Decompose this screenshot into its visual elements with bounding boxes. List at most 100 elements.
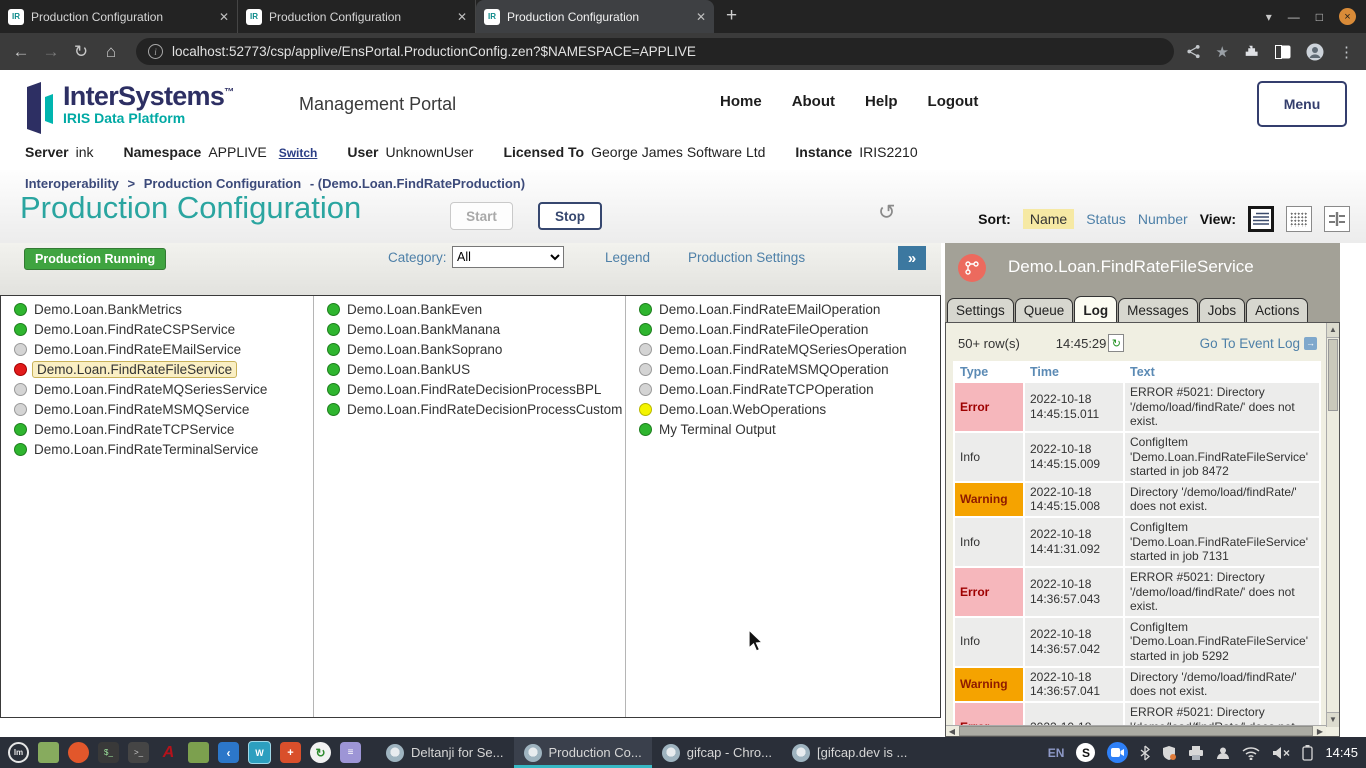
config-item[interactable]: Demo.Loan.FindRateTerminalService: [1, 439, 313, 459]
video-camera-tray-icon[interactable]: [1107, 742, 1128, 763]
config-item-name[interactable]: Demo.Loan.WebOperations: [659, 402, 826, 417]
shield-icon[interactable]: [1162, 745, 1176, 761]
taskbar-clock[interactable]: 14:45: [1325, 745, 1358, 760]
taskbar-app-icon[interactable]: W: [248, 741, 271, 764]
taskbar-window-button[interactable]: gifcap - Chro...: [652, 737, 782, 768]
portal-nav-link[interactable]: Home: [720, 93, 762, 110]
category-select[interactable]: All: [452, 246, 564, 268]
battery-icon[interactable]: [1302, 745, 1313, 761]
breadcrumb-root[interactable]: Interoperability: [25, 176, 119, 191]
config-item[interactable]: Demo.Loan.BankEven: [314, 299, 625, 319]
portal-nav-link[interactable]: Logout: [928, 93, 979, 110]
browser-chevron-icon[interactable]: ▾: [1266, 10, 1272, 24]
config-item-name[interactable]: Demo.Loan.FindRateCSPService: [34, 322, 235, 337]
go-to-event-log-link[interactable]: Go To Event Log →: [1200, 336, 1317, 351]
config-item-name[interactable]: Demo.Loan.BankUS: [347, 362, 470, 377]
log-vertical-scrollbar[interactable]: ▲ ▼: [1326, 323, 1339, 727]
home-icon[interactable]: ⌂: [98, 42, 124, 62]
log-header-time[interactable]: Time: [1025, 363, 1123, 381]
config-item[interactable]: Demo.Loan.FindRateMSMQOperation: [626, 359, 939, 379]
browser-tab[interactable]: IR Production Configuration ✕: [476, 0, 714, 33]
user-icon[interactable]: [1216, 746, 1230, 760]
horizontal-scroll-thumb[interactable]: [959, 726, 1313, 736]
printer-icon[interactable]: [1188, 746, 1204, 760]
config-item[interactable]: Demo.Loan.FindRateTCPService: [1, 419, 313, 439]
config-item[interactable]: Demo.Loan.BankSoprano: [314, 339, 625, 359]
config-item-name[interactable]: Demo.Loan.FindRateDecisionProcessBPL: [347, 382, 601, 397]
taskbar-app-icon[interactable]: [68, 742, 89, 763]
panel-tab[interactable]: Actions: [1246, 298, 1308, 322]
taskbar-app-icon[interactable]: $_: [98, 742, 119, 763]
reload-icon[interactable]: ↻: [68, 42, 94, 62]
sort-by-name[interactable]: Name: [1023, 209, 1074, 229]
log-horizontal-scrollbar[interactable]: ◀ ▶: [946, 725, 1326, 736]
config-item[interactable]: Demo.Loan.FindRateTCPOperation: [626, 379, 939, 399]
config-item[interactable]: Demo.Loan.BankMetrics: [1, 299, 313, 319]
browser-tab[interactable]: IR Production Configuration ✕: [238, 0, 476, 33]
view-list-icon[interactable]: [1248, 206, 1274, 232]
config-item[interactable]: Demo.Loan.FindRateCSPService: [1, 319, 313, 339]
close-window-icon[interactable]: ×: [1339, 8, 1356, 25]
config-item-name[interactable]: Demo.Loan.BankMetrics: [34, 302, 182, 317]
tab-close-icon[interactable]: ✕: [457, 10, 467, 24]
scroll-down-arrow[interactable]: ▼: [1327, 712, 1339, 727]
panel-tab[interactable]: Messages: [1118, 298, 1198, 322]
config-item[interactable]: Demo.Loan.FindRateEMailOperation: [626, 299, 939, 319]
config-item[interactable]: Demo.Loan.FindRateFileService: [1, 359, 313, 379]
taskbar-app-icon[interactable]: lm: [8, 742, 29, 763]
portal-nav-link[interactable]: Help: [865, 93, 898, 110]
browser-tab[interactable]: IR Production Configuration ✕: [0, 0, 238, 33]
portal-nav-link[interactable]: About: [792, 93, 835, 110]
panel-tab[interactable]: Log: [1074, 296, 1117, 322]
config-item-name[interactable]: Demo.Loan.BankEven: [347, 302, 482, 317]
taskbar-app-icon[interactable]: ↻: [310, 742, 331, 763]
keyboard-layout-indicator[interactable]: EN: [1048, 746, 1065, 760]
wifi-icon[interactable]: [1242, 746, 1260, 760]
panel-tab[interactable]: Settings: [947, 298, 1014, 322]
config-item-name[interactable]: Demo.Loan.FindRateEMailService: [34, 342, 241, 357]
side-panel-icon[interactable]: [1275, 45, 1291, 59]
config-item[interactable]: Demo.Loan.FindRateEMailService: [1, 339, 313, 359]
site-info-icon[interactable]: i: [148, 44, 163, 59]
panel-tab[interactable]: Queue: [1015, 298, 1074, 322]
browser-menu-icon[interactable]: ⋮: [1339, 43, 1354, 61]
expand-panel-button[interactable]: »: [898, 246, 926, 270]
taskbar-window-button[interactable]: [gifcap.dev is ...: [782, 737, 917, 768]
config-item-name[interactable]: Demo.Loan.BankSoprano: [347, 342, 502, 357]
menu-button[interactable]: Menu: [1257, 81, 1347, 127]
config-item-name[interactable]: My Terminal Output: [659, 422, 776, 437]
switch-link[interactable]: Switch: [279, 146, 318, 160]
scroll-right-arrow[interactable]: ▶: [1314, 727, 1326, 736]
config-item[interactable]: Demo.Loan.FindRateDecisionProcessBPL: [314, 379, 625, 399]
taskbar-app-icon[interactable]: ‹: [218, 742, 239, 763]
new-tab-button[interactable]: +: [726, 5, 737, 27]
scroll-left-arrow[interactable]: ◀: [946, 727, 958, 736]
config-item[interactable]: Demo.Loan.WebOperations: [626, 399, 939, 419]
config-item-name[interactable]: Demo.Loan.FindRateTerminalService: [34, 442, 258, 457]
log-refresh-icon[interactable]: ↻: [1108, 334, 1124, 352]
volume-muted-icon[interactable]: [1272, 746, 1290, 760]
config-item-name[interactable]: Demo.Loan.FindRateEMailOperation: [659, 302, 880, 317]
config-item[interactable]: Demo.Loan.FindRateDecisionProcessCustom: [314, 399, 625, 419]
vertical-scroll-thumb[interactable]: [1328, 339, 1338, 411]
config-item-name[interactable]: Demo.Loan.FindRateTCPService: [34, 422, 234, 437]
forward-icon[interactable]: →: [38, 42, 64, 62]
breadcrumb-page[interactable]: Production Configuration: [144, 176, 301, 191]
share-icon[interactable]: [1186, 44, 1201, 59]
address-bar[interactable]: i localhost:52773/csp/applive/EnsPortal.…: [136, 38, 1174, 65]
skype-tray-icon[interactable]: S: [1076, 743, 1095, 762]
config-item-name[interactable]: Demo.Loan.FindRateDecisionProcessCustom: [347, 402, 622, 417]
start-button[interactable]: Start: [450, 202, 513, 230]
tab-close-icon[interactable]: ✕: [219, 10, 229, 24]
config-item-name[interactable]: Demo.Loan.FindRateMQSeriesService: [34, 382, 267, 397]
log-header-type[interactable]: Type: [955, 363, 1023, 381]
config-item[interactable]: Demo.Loan.BankUS: [314, 359, 625, 379]
config-item[interactable]: Demo.Loan.FindRateMQSeriesService: [1, 379, 313, 399]
maximize-icon[interactable]: □: [1316, 10, 1323, 24]
config-item-name[interactable]: Demo.Loan.FindRateMQSeriesOperation: [659, 342, 907, 357]
bluetooth-icon[interactable]: [1140, 745, 1150, 761]
taskbar-app-icon[interactable]: A: [158, 742, 179, 763]
config-item[interactable]: My Terminal Output: [626, 419, 939, 439]
config-item-name[interactable]: Demo.Loan.FindRateTCPOperation: [659, 382, 874, 397]
minimize-icon[interactable]: —: [1288, 10, 1300, 24]
